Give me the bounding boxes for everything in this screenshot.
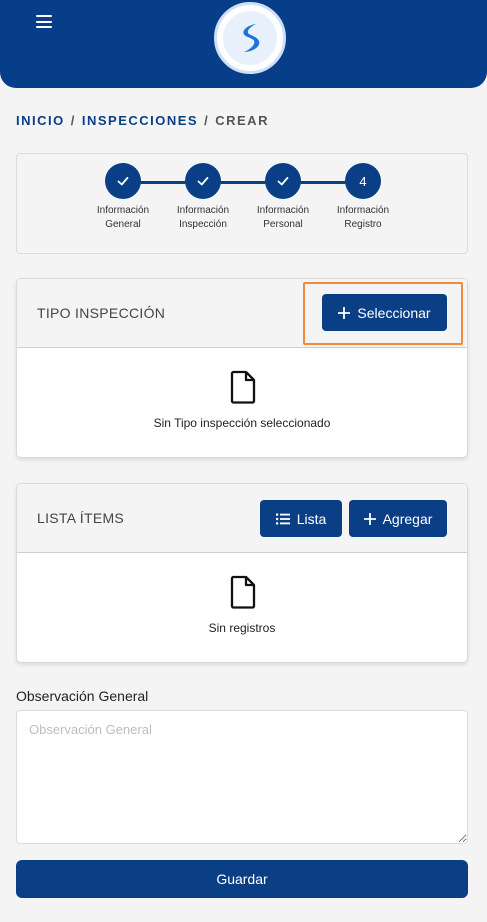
guardar-button[interactable]: Guardar xyxy=(16,860,468,898)
tipo-inspeccion-title: TIPO INSPECCIÓN xyxy=(37,305,166,321)
check-icon xyxy=(277,176,289,186)
file-icon xyxy=(230,370,256,404)
lista-button[interactable]: Lista xyxy=(260,500,342,537)
step-circle-completed xyxy=(265,163,301,199)
plus-icon xyxy=(363,512,376,525)
lista-items-title: LISTA ÍTEMS xyxy=(37,510,125,526)
top-navbar xyxy=(0,0,487,88)
breadcrumb: INICIO / INSPECCIONES / CREAR xyxy=(16,113,269,128)
step-informacion-inspeccion[interactable]: Información Inspección xyxy=(163,163,243,232)
step-label: Información General xyxy=(83,204,163,232)
step-label-line: General xyxy=(105,219,141,230)
lista-items-body: Sin registros xyxy=(17,553,467,663)
observacion-textarea[interactable] xyxy=(16,710,468,844)
step-label-line: Información xyxy=(96,205,150,216)
step-label-line: Registro xyxy=(344,219,382,230)
step-label-line: Inspección xyxy=(179,219,227,230)
step-circle-completed xyxy=(105,163,141,199)
lista-button-label: Lista xyxy=(296,510,327,527)
seleccionar-button-label: Seleccionar xyxy=(357,304,431,321)
breadcrumb-separator: / xyxy=(204,113,210,128)
step-label-line: Personal xyxy=(263,219,303,230)
step-informacion-general[interactable]: Información General xyxy=(83,163,163,232)
check-icon xyxy=(197,176,209,186)
breadcrumb-inicio[interactable]: INICIO xyxy=(16,113,65,128)
step-informacion-registro[interactable]: 4 Información Registro xyxy=(323,163,403,232)
lista-items-empty-message: Sin registros xyxy=(208,621,276,635)
lista-items-card: LISTA ÍTEMS Lista Agregar Sin registros xyxy=(16,483,468,663)
breadcrumb-current: CREAR xyxy=(215,113,269,128)
tipo-inspeccion-header: TIPO INSPECCIÓN Seleccionar xyxy=(17,279,467,348)
step-informacion-personal[interactable]: Información Personal xyxy=(243,163,323,232)
step-circle-completed xyxy=(185,163,221,199)
breadcrumb-inspecciones[interactable]: INSPECCIONES xyxy=(82,113,198,128)
list-icon xyxy=(275,513,290,524)
stepper: Información General Información Inspecci… xyxy=(16,153,468,254)
lista-items-header: LISTA ÍTEMS Lista Agregar xyxy=(17,484,467,553)
step-label-line: Información xyxy=(256,205,310,216)
step-label: Información Registro xyxy=(323,204,403,232)
seleccionar-button[interactable]: Seleccionar xyxy=(322,294,447,331)
step-circle-current: 4 xyxy=(345,163,381,199)
agregar-button[interactable]: Agregar xyxy=(349,500,447,537)
hamburger-icon[interactable] xyxy=(36,15,52,28)
agregar-button-label: Agregar xyxy=(382,510,433,527)
plus-icon xyxy=(338,306,351,319)
step-label-line: Información xyxy=(336,205,390,216)
step-label-line: Información xyxy=(176,205,230,216)
brand-logo[interactable] xyxy=(214,2,286,74)
step-label: Información Personal xyxy=(243,204,323,232)
tipo-inspeccion-card: TIPO INSPECCIÓN Seleccionar Sin Tipo ins… xyxy=(16,278,468,458)
breadcrumb-separator: / xyxy=(70,113,76,128)
observacion-label: Observación General xyxy=(16,688,149,704)
check-icon xyxy=(117,176,129,186)
file-icon xyxy=(230,575,256,609)
tipo-inspeccion-body: Sin Tipo inspección seleccionado xyxy=(17,348,467,458)
tipo-inspeccion-empty-message: Sin Tipo inspección seleccionado xyxy=(153,416,331,430)
step-label: Información Inspección xyxy=(163,204,243,232)
